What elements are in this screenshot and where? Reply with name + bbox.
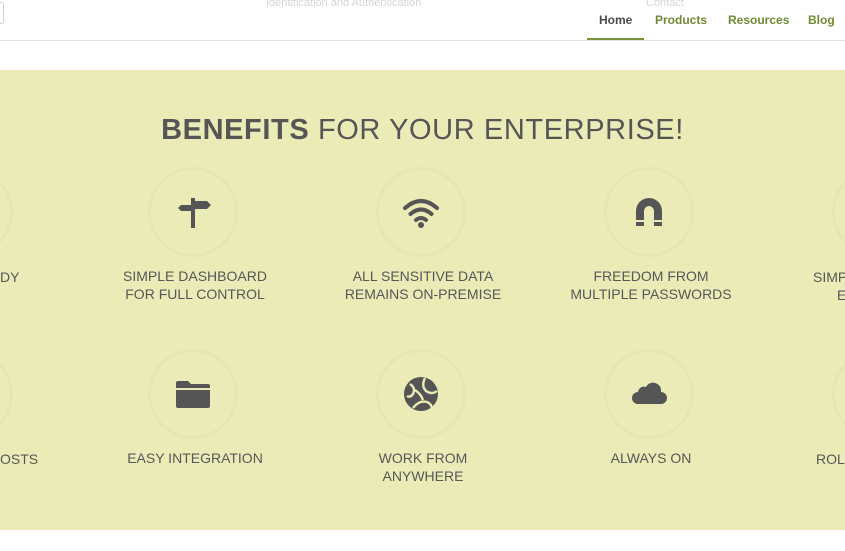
benefit-circle-edge-right-2 xyxy=(832,349,845,439)
nav-home[interactable]: Home xyxy=(599,13,632,27)
benefit-label: EASY INTEGRATION xyxy=(95,449,295,467)
benefit-circle-edge-left-1 xyxy=(0,167,13,257)
benefit-icon-circle xyxy=(376,349,466,439)
header-faint-contact[interactable]: Contact xyxy=(646,0,684,9)
benefits-title-rest: FOR YOUR ENTERPRISE! xyxy=(309,114,684,146)
folder-icon xyxy=(176,381,210,408)
benefits-title-bold: BENEFITS xyxy=(161,114,310,146)
logo[interactable] xyxy=(0,2,4,24)
nav-blog[interactable]: Blog xyxy=(808,13,835,27)
benefit-edge-label: OSTS xyxy=(0,451,39,467)
benefit-edge-label: ROL xyxy=(816,451,845,467)
benefit-label-line2: ANYWHERE xyxy=(382,468,464,484)
nav-active-indicator xyxy=(587,38,644,40)
benefit-edge-label: SIMP xyxy=(813,269,845,285)
benefit-icon-circle xyxy=(148,167,238,257)
benefit-label-line1: WORK FROM xyxy=(378,450,468,466)
benefit-label-line2: FOR FULL CONTROL xyxy=(125,286,265,302)
benefit-label: ALWAYS ON xyxy=(551,449,751,467)
benefit-label-line1: ALL SENSITIVE DATA xyxy=(352,268,494,284)
site-header: Identification and Authentication Contac… xyxy=(0,0,845,41)
benefit-label-line1: ALWAYS ON xyxy=(610,450,692,466)
benefit-icon-circle xyxy=(604,349,694,439)
benefit-label: ALL SENSITIVE DATA REMAINS ON-PREMISE xyxy=(323,267,523,303)
benefit-label: FREEDOM FROM MULTIPLE PASSWORDS xyxy=(551,267,751,303)
benefit-icon-circle xyxy=(376,167,466,257)
globe-icon xyxy=(404,377,438,411)
benefits-title: BENEFITS FOR YOUR ENTERPRISE! xyxy=(0,114,845,147)
benefit-label-line2: REMAINS ON-PREMISE xyxy=(344,286,502,302)
magnet-icon xyxy=(636,198,662,226)
wifi-icon xyxy=(403,199,439,228)
benefit-icon-circle xyxy=(148,349,238,439)
nav-resources[interactable]: Resources xyxy=(728,13,789,27)
benefit-label: SIMPLE DASHBOARD FOR FULL CONTROL xyxy=(95,267,295,303)
nav-products[interactable]: Products xyxy=(655,13,707,27)
benefit-label-line1: SIMPLE DASHBOARD xyxy=(123,268,267,284)
benefits-section: BENEFITS FOR YOUR ENTERPRISE! DY OSTS SI… xyxy=(0,70,845,530)
benefit-label-line2: MULTIPLE PASSWORDS xyxy=(570,286,732,302)
benefit-label-line1: FREEDOM FROM xyxy=(593,268,709,284)
cloud-icon xyxy=(632,382,667,404)
benefit-circle-edge-left-2 xyxy=(0,349,13,439)
signpost-icon xyxy=(178,198,211,228)
benefit-circle-edge-right-1 xyxy=(832,167,845,257)
benefit-label: WORK FROM ANYWHERE xyxy=(323,449,523,485)
benefit-icon-circle xyxy=(604,167,694,257)
benefit-edge-label: E xyxy=(837,287,845,303)
benefit-edge-label: DY xyxy=(0,269,20,285)
benefit-label-line1: EASY INTEGRATION xyxy=(127,450,263,466)
header-faint-text: Identification and Authentication xyxy=(266,0,422,9)
